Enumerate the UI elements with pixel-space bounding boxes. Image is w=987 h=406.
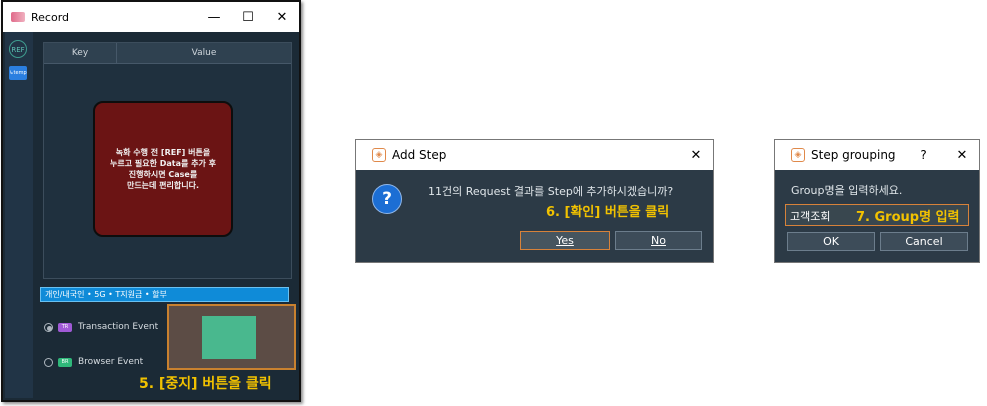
help-button[interactable]: ? <box>914 148 934 162</box>
record-app-icon <box>11 12 25 22</box>
ref-icon[interactable]: REF <box>9 40 27 58</box>
add-step-dialog: ◈ Add Step ✕ ? 11건의 Request 결과를 Step에 추가… <box>355 139 714 263</box>
group-prompt: Group명을 입력하세요. <box>791 184 903 197</box>
browser-event-radio[interactable] <box>44 358 53 367</box>
maximize-button[interactable]: ☐ <box>231 10 265 25</box>
minimize-button[interactable]: — <box>197 10 231 25</box>
cancel-button[interactable]: Cancel <box>880 232 968 251</box>
transaction-event-label: Transaction Event <box>78 322 159 332</box>
yes-label: Yes <box>556 234 574 247</box>
table-header: Key Value <box>44 43 291 64</box>
step7-annotation: 7. Group명 입력 <box>856 210 960 225</box>
app-icon: ◈ <box>791 148 805 162</box>
step-grouping-close-button[interactable]: ✕ <box>945 148 979 163</box>
close-button[interactable]: ✕ <box>265 10 299 25</box>
tr-badge: TR <box>58 323 72 332</box>
record-titlebar: Record — ☐ ✕ <box>3 2 299 32</box>
yes-button[interactable]: Yes <box>520 231 610 250</box>
add-step-close-button[interactable]: ✕ <box>679 148 713 163</box>
step6-annotation: 6. [확인] 버튼을 클릭 <box>546 205 670 220</box>
step-grouping-title: Step grouping <box>811 148 896 162</box>
group-name-value: 고객조회 <box>790 210 831 223</box>
no-label: No <box>651 234 666 247</box>
br-badge: BR <box>58 358 72 367</box>
stop-button[interactable] <box>202 316 256 359</box>
add-step-titlebar: ◈ Add Step ✕ <box>356 140 713 170</box>
app-icon: ◈ <box>372 148 386 162</box>
temp-icon[interactable]: ↳temp <box>9 66 27 80</box>
step-grouping-titlebar: ◈ Step grouping ? ✕ <box>775 140 979 170</box>
browser-event-label: Browser Event <box>78 357 144 367</box>
record-left-toolbar: REF ↳temp <box>5 32 33 398</box>
add-step-message: 11건의 Request 결과를 Step에 추가하시겠습니까? <box>428 185 674 198</box>
no-button[interactable]: No <box>615 231 702 250</box>
question-icon: ? <box>372 184 402 214</box>
group-name-input[interactable]: 고객조회 7. Group명 입력 <box>785 204 969 226</box>
step-grouping-dialog: ◈ Step grouping ? ✕ Group명을 입력하세요. 고객조회 … <box>774 139 980 263</box>
column-key-header[interactable]: Key <box>44 43 117 63</box>
path-bar: 개인/내국인 • 5G • T지원금 • 할부 <box>40 287 289 302</box>
ok-button[interactable]: OK <box>787 232 875 251</box>
column-value-header[interactable]: Value <box>117 43 291 63</box>
record-title: Record <box>31 10 70 24</box>
transaction-event-radio[interactable] <box>44 323 53 332</box>
step5-annotation: 5. [중지] 버튼을 클릭 <box>139 376 272 392</box>
add-step-title: Add Step <box>392 148 447 162</box>
ref-tip-box: 녹화 수행 전 [REF] 버튼을 누르고 필요한 Data를 추가 후 진행하… <box>93 101 233 237</box>
